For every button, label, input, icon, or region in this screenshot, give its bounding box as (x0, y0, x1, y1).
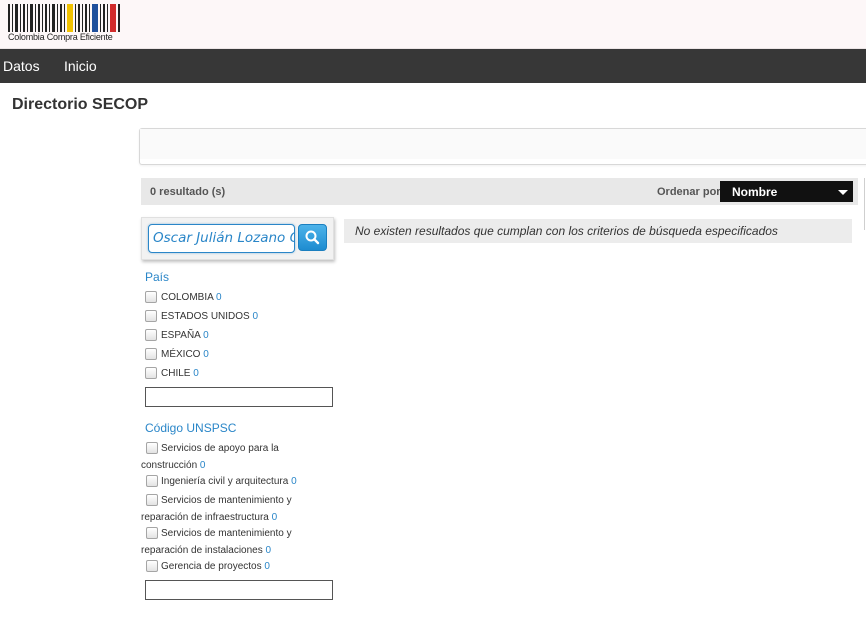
page-title: Directorio SECOP (12, 96, 149, 113)
logo-text: Colombia Compra Eficiente (8, 32, 113, 42)
facet-item-mantenimiento-infraestructura[interactable]: Servicios de mantenimiento y reparación … (141, 494, 331, 524)
facet-item-label: MÉXICO 0 (161, 349, 209, 360)
facet-item-count: 0 (199, 460, 206, 471)
facet-item-label: Gerencia de proyectos 0 (161, 561, 270, 572)
nav-item-inicio[interactable]: Inicio (64, 58, 97, 74)
top-header: Colombia Compra Eficiente (0, 0, 866, 49)
logo[interactable]: Colombia Compra Eficiente (6, 4, 122, 44)
checkbox[interactable] (145, 367, 157, 379)
checkbox[interactable] (146, 527, 158, 539)
pais-filter-input[interactable] (145, 387, 333, 407)
sort-select-value: Nombre (732, 185, 778, 199)
no-results-message: No existen resultados que cumplan con lo… (344, 219, 852, 243)
facet-item-label-cont: reparación de infraestructura 0 (141, 512, 278, 523)
facet-item-ingenieria[interactable]: Ingeniería civil y arquitectura 0 (141, 475, 331, 491)
facet-item-gerencia-proyectos[interactable]: Gerencia de proyectos 0 (141, 560, 331, 576)
checkbox[interactable] (145, 291, 157, 303)
checkbox[interactable] (146, 560, 158, 572)
facet-item-label-cont: reparación de instalaciones 0 (141, 545, 272, 556)
facet-item-servicios-apoyo[interactable]: Servicios de apoyo para la construcción … (141, 442, 331, 472)
barcode-logo-icon (8, 4, 120, 32)
facet-item-count: 0 (291, 476, 297, 487)
facet-item-label-cont: construcción 0 (141, 460, 206, 471)
facet-item-label: Ingeniería civil y arquitectura 0 (161, 476, 297, 487)
filter-strip-inner (140, 129, 866, 159)
nav-item-datos[interactable]: Datos (3, 58, 40, 74)
checkbox[interactable] (145, 348, 157, 360)
facet-item-label: COLOMBIA 0 (161, 292, 222, 303)
facet-item-count: 0 (264, 561, 270, 572)
facet-item-label: ESPAÑA 0 (161, 330, 209, 341)
checkbox[interactable] (146, 475, 158, 487)
facet-item-count: 0 (216, 292, 222, 303)
facet-item-label: Servicios de apoyo para la (161, 443, 279, 454)
facet-item-count: 0 (271, 512, 278, 523)
facet-item-count: 0 (252, 311, 259, 322)
facet-title-unspsc: Código UNSPSC (145, 421, 237, 435)
facet-item-label: CHILE 0 (161, 368, 199, 379)
search-panel: Oscar Julián Lozano C (141, 217, 334, 260)
search-icon (305, 230, 320, 245)
facet-item-count: 0 (203, 349, 209, 360)
facet-item-label: ESTADOS UNIDOS 0 (161, 311, 259, 322)
facet-item-label: Servicios de mantenimiento y (161, 528, 292, 539)
chevron-down-icon (838, 190, 848, 195)
sort-label: Ordenar por: (657, 186, 725, 198)
unspsc-filter-input[interactable] (145, 580, 333, 600)
checkbox[interactable] (145, 329, 157, 341)
facet-item-count: 0 (203, 330, 209, 341)
results-count: 0 resultado (s) (150, 186, 226, 198)
sort-select[interactable]: Nombre (720, 181, 853, 202)
facet-item-mantenimiento-instalaciones[interactable]: Servicios de mantenimiento y reparación … (141, 527, 331, 557)
filter-strip (139, 128, 866, 165)
main-navbar: Datos Inicio (0, 49, 866, 83)
facet-item-label: Servicios de mantenimiento y (161, 495, 292, 506)
checkbox[interactable] (146, 494, 158, 506)
facet-item-count: 0 (193, 368, 199, 379)
facet-title-pais: País (145, 270, 170, 284)
results-bar: 0 resultado (s) Ordenar por: Nombre (141, 178, 858, 205)
checkbox[interactable] (146, 442, 158, 454)
checkbox[interactable] (145, 310, 157, 322)
search-button[interactable] (298, 224, 327, 251)
search-input[interactable]: Oscar Julián Lozano C (148, 224, 295, 253)
facet-item-count: 0 (265, 545, 272, 556)
